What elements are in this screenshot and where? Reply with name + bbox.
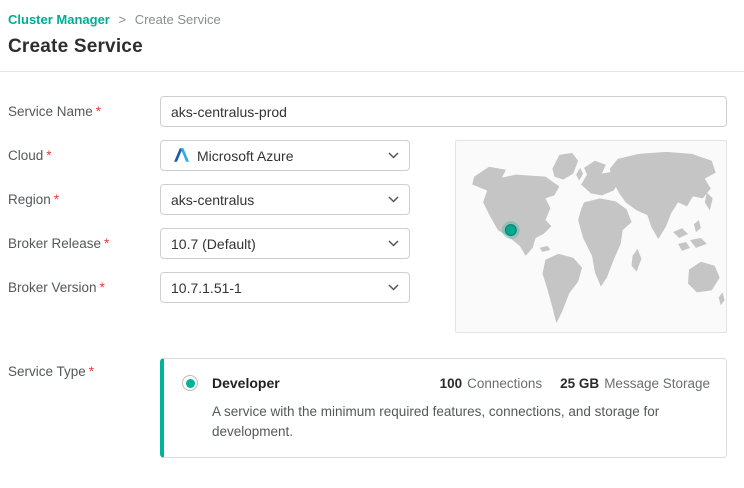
breadcrumb-create-service: Create Service [135, 12, 221, 27]
required-asterisk: * [96, 104, 101, 119]
cloud-select-value: Microsoft Azure [197, 148, 293, 164]
service-type-metrics: 100 Connections 25 GB Message Storage [440, 376, 710, 391]
broker-version-label-text: Broker Version [8, 280, 97, 295]
region-select[interactable]: aks-centralus [160, 184, 410, 215]
broker-version-select[interactable]: 10.7.1.51-1 [160, 272, 410, 303]
required-asterisk: * [104, 236, 109, 251]
region-map [455, 140, 727, 333]
connections-value: 100 [440, 376, 463, 391]
create-service-form: Service Name* Cloud* Microsoft Azure [8, 96, 727, 458]
required-asterisk: * [89, 364, 94, 379]
azure-logo-icon [171, 148, 189, 163]
service-type-label-text: Service Type [8, 364, 86, 379]
breadcrumb-separator: > [119, 12, 127, 27]
storage-value: 25 GB [560, 376, 599, 391]
broker-release-select[interactable]: 10.7 (Default) [160, 228, 410, 259]
service-name-input[interactable] [160, 96, 727, 127]
service-type-row: Service Type* Developer 100 Connections 2… [8, 358, 727, 458]
required-asterisk: * [100, 280, 105, 295]
broker-release-select-value: 10.7 (Default) [171, 236, 256, 252]
required-asterisk: * [54, 192, 59, 207]
service-type-description: A service with the minimum required feat… [212, 402, 692, 443]
service-name-row: Service Name* [8, 96, 727, 127]
required-asterisk: * [46, 148, 51, 163]
connections-metric: 100 Connections [440, 376, 543, 391]
world-map [456, 141, 726, 332]
chevron-down-icon [388, 152, 399, 159]
cloud-label-text: Cloud [8, 148, 43, 163]
developer-radio-selected[interactable] [182, 375, 198, 391]
service-name-label-text: Service Name [8, 104, 93, 119]
connections-label: Connections [467, 376, 542, 391]
chevron-down-icon [388, 196, 399, 203]
create-service-page: Cluster Manager > Create Service Create … [0, 0, 744, 458]
storage-metric: 25 GB Message Storage [560, 376, 710, 391]
service-type-card-developer[interactable]: Developer 100 Connections 25 GB Message St… [160, 358, 727, 458]
cloud-select[interactable]: Microsoft Azure [160, 140, 410, 171]
service-type-label: Service Type* [8, 358, 160, 379]
storage-label: Message Storage [604, 376, 710, 391]
region-label: Region* [8, 192, 160, 207]
service-type-card-header: Developer 100 Connections 25 GB Message St… [182, 375, 710, 391]
header-divider [0, 71, 744, 72]
cloud-label: Cloud* [8, 148, 160, 163]
region-label-text: Region [8, 192, 51, 207]
breadcrumb-cluster-manager[interactable]: Cluster Manager [8, 12, 110, 27]
broker-release-label: Broker Release* [8, 236, 160, 251]
broker-version-select-value: 10.7.1.51-1 [171, 280, 242, 296]
broker-release-label-text: Broker Release [8, 236, 101, 251]
service-type-name: Developer [212, 375, 280, 391]
service-name-label: Service Name* [8, 104, 160, 119]
broker-version-label: Broker Version* [8, 280, 160, 295]
chevron-down-icon [388, 240, 399, 247]
chevron-down-icon [388, 284, 399, 291]
breadcrumb: Cluster Manager > Create Service [8, 12, 727, 27]
region-marker-icon [502, 221, 520, 239]
region-select-value: aks-centralus [171, 192, 254, 208]
page-title: Create Service [8, 36, 727, 58]
